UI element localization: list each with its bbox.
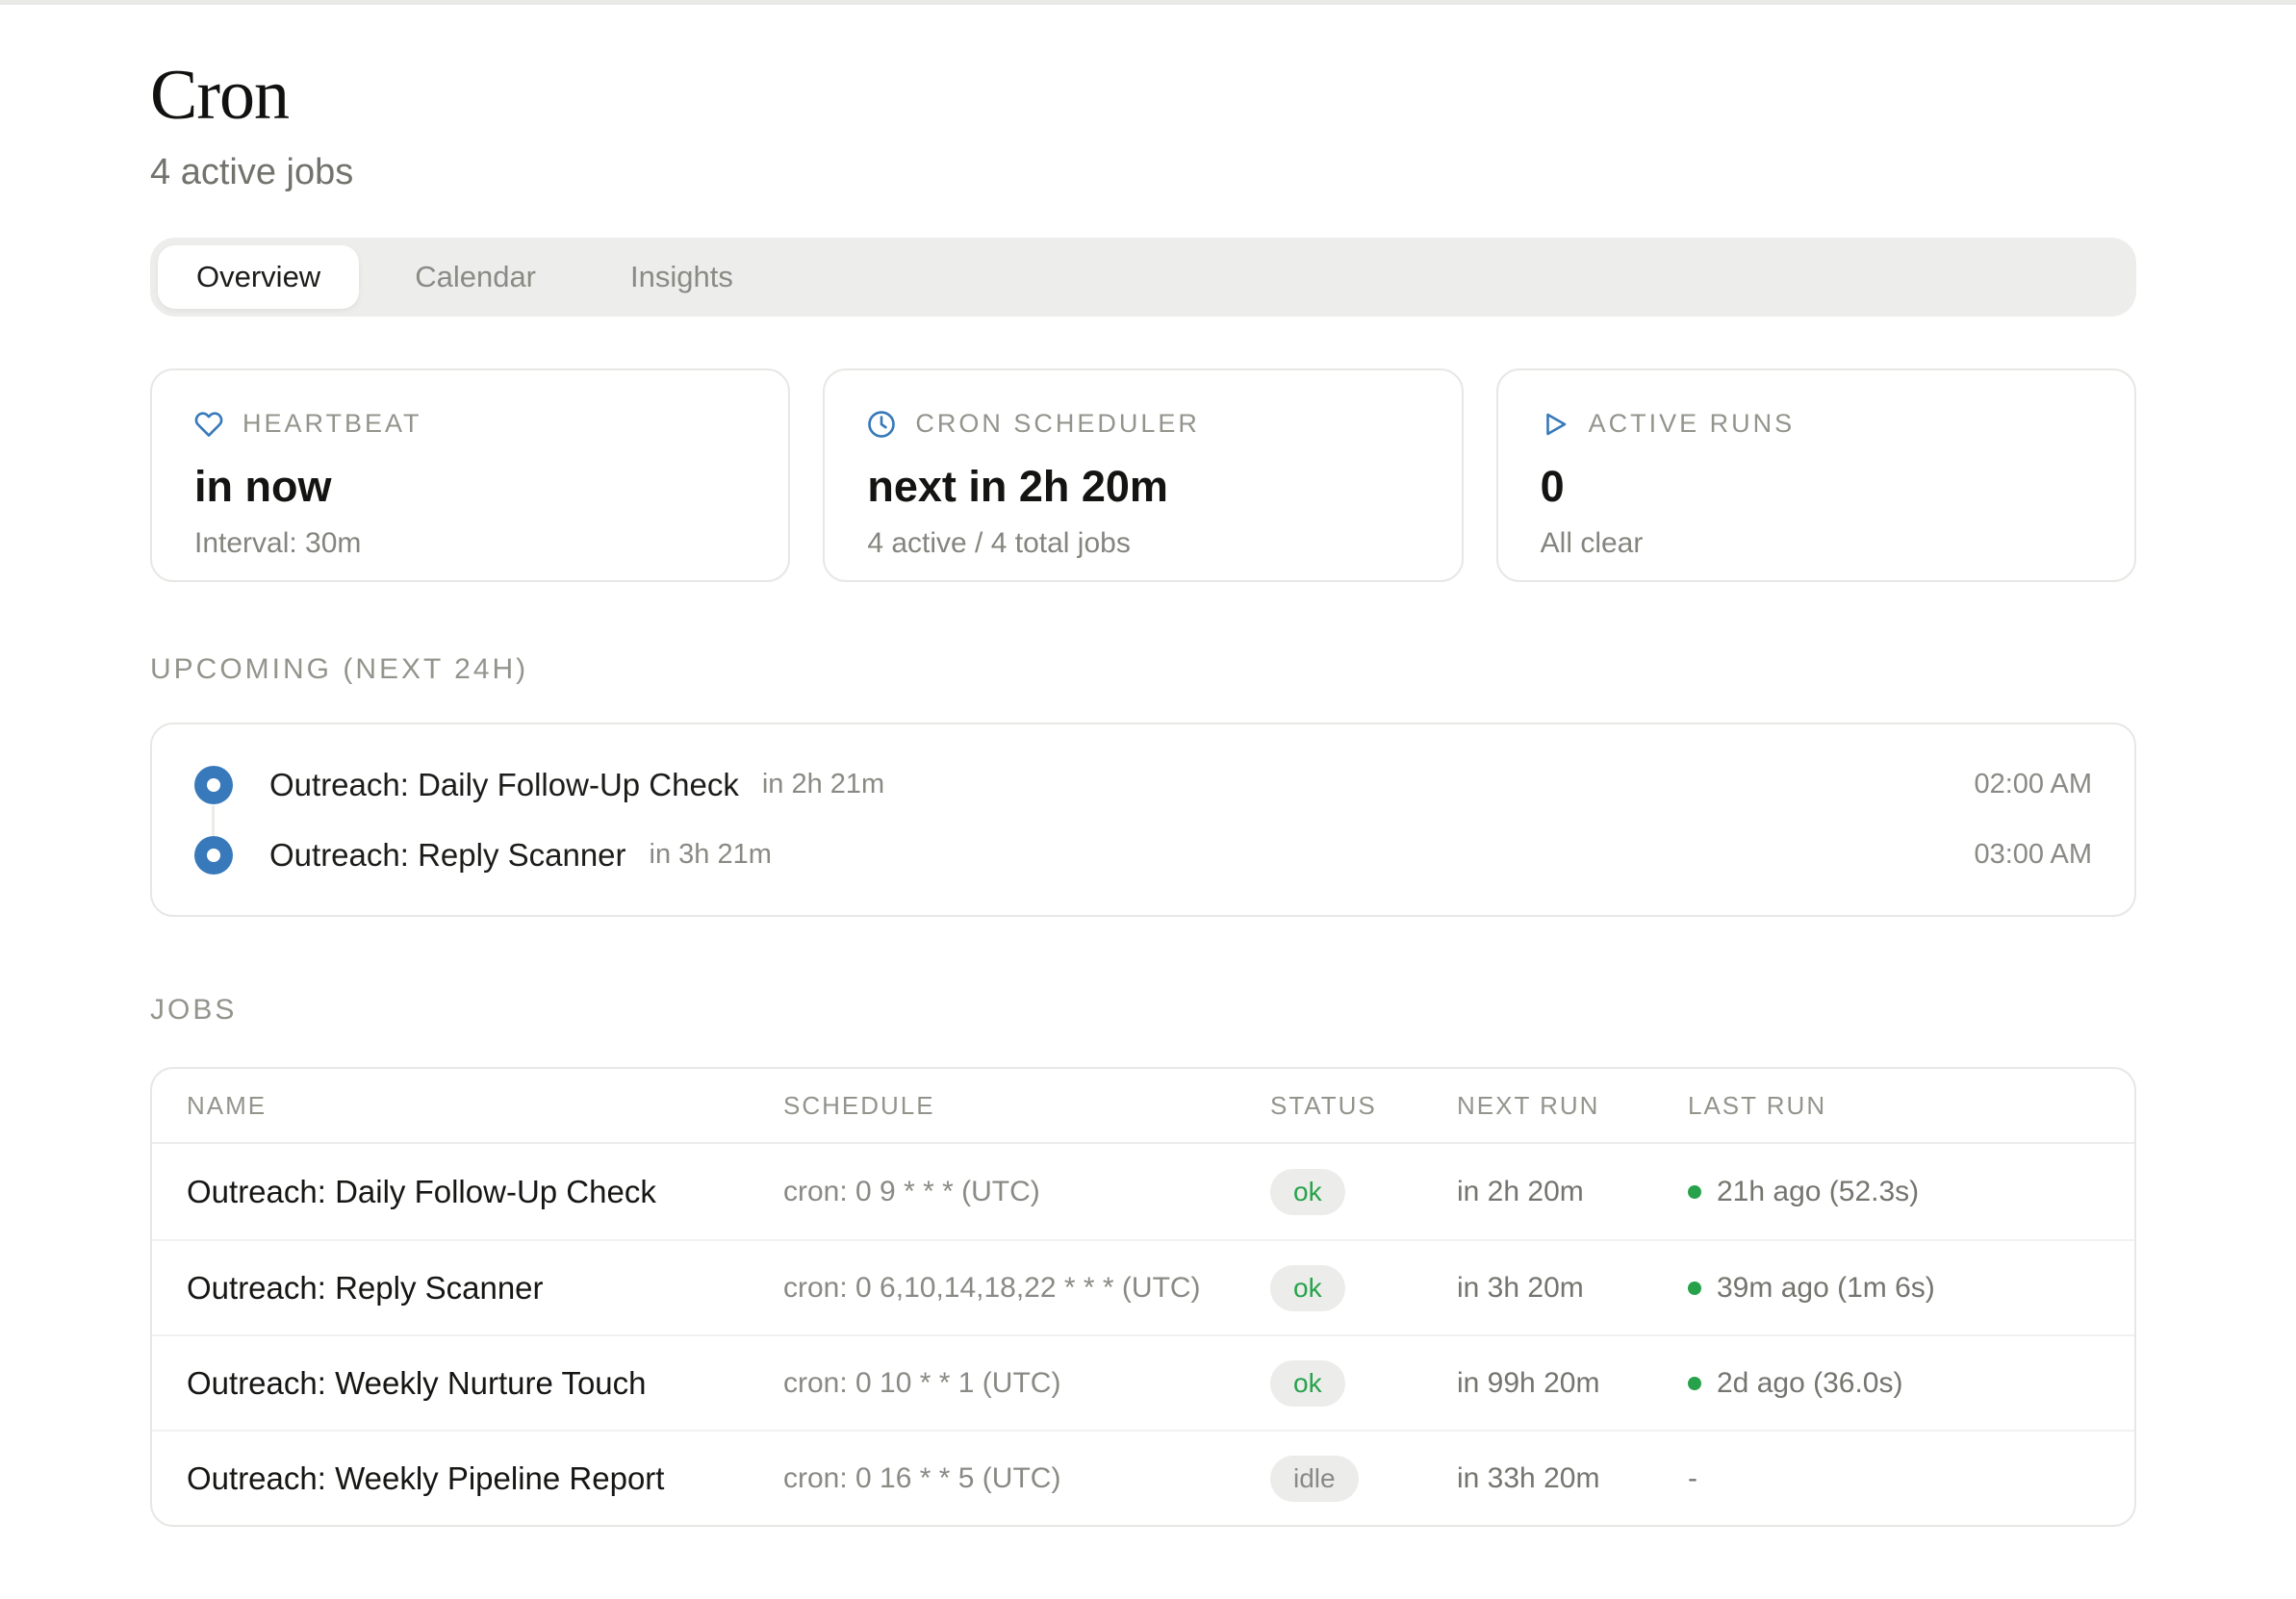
job-name: Outreach: Weekly Pipeline Report (187, 1460, 783, 1497)
success-dot-icon (1688, 1185, 1701, 1199)
clock-icon (867, 410, 896, 439)
job-last-run: 2d ago (36.0s) (1688, 1367, 2134, 1400)
job-next-run: in 3h 20m (1457, 1272, 1688, 1305)
upcoming-job-name: Outreach: Reply Scanner (269, 837, 626, 874)
heartbeat-value: in now (194, 462, 746, 512)
job-name: Outreach: Weekly Nurture Touch (187, 1365, 783, 1402)
job-last-run: 21h ago (52.3s) (1688, 1176, 2134, 1208)
heart-icon (194, 410, 223, 439)
column-header-last-run: LAST RUN (1688, 1091, 2134, 1121)
active-jobs-count: 4 active jobs (150, 152, 2136, 193)
job-last-run: - (1688, 1462, 2134, 1495)
upcoming-item[interactable]: Outreach: Daily Follow-Up Check in 2h 21… (194, 749, 2092, 820)
upcoming-list: Outreach: Daily Follow-Up Check in 2h 21… (150, 723, 2136, 917)
job-schedule: cron: 0 16 * * 5 (UTC) (783, 1462, 1270, 1495)
upcoming-clock-time: 03:00 AM (1974, 839, 2092, 871)
column-header-name: NAME (187, 1091, 783, 1121)
heartbeat-interval: Interval: 30m (194, 527, 746, 560)
upcoming-heading: UPCOMING (NEXT 24H) (150, 653, 2136, 686)
timeline-dot-icon (194, 766, 233, 804)
job-last-run-text: 21h ago (52.3s) (1717, 1176, 1919, 1208)
job-next-run: in 2h 20m (1457, 1176, 1688, 1208)
column-header-status: STATUS (1270, 1091, 1457, 1121)
job-schedule: cron: 0 9 * * * (UTC) (783, 1176, 1270, 1208)
active-runs-label: ACTIVE RUNS (1589, 409, 1796, 439)
tab-overview-label: Overview (196, 260, 320, 294)
upcoming-job-name: Outreach: Daily Follow-Up Check (269, 767, 739, 803)
status-badge: ok (1270, 1169, 1345, 1215)
active-runs-status: All clear (1541, 527, 2092, 560)
cron-dashboard: Cron 4 active jobs Overview Calendar Ins… (150, 55, 2136, 1527)
job-next-run: in 33h 20m (1457, 1462, 1688, 1495)
job-last-run: 39m ago (1m 6s) (1688, 1272, 2134, 1305)
heartbeat-label: HEARTBEAT (242, 409, 422, 439)
success-dot-icon (1688, 1377, 1701, 1390)
job-last-run-text: - (1688, 1462, 1697, 1495)
active-runs-count: 0 (1541, 462, 2092, 512)
job-schedule: cron: 0 10 * * 1 (UTC) (783, 1367, 1270, 1400)
job-name: Outreach: Reply Scanner (187, 1270, 783, 1307)
jobs-table-header: NAME SCHEDULE STATUS NEXT RUN LAST RUN (152, 1069, 2134, 1144)
jobs-table: NAME SCHEDULE STATUS NEXT RUN LAST RUN O… (150, 1067, 2136, 1527)
job-last-run-text: 2d ago (36.0s) (1717, 1367, 1902, 1400)
tab-insights[interactable]: Insights (592, 245, 772, 309)
status-badge: ok (1270, 1360, 1345, 1407)
jobs-summary: 4 active / 4 total jobs (867, 527, 1418, 560)
upcoming-item[interactable]: Outreach: Reply Scanner in 3h 21m 03:00 … (194, 820, 2092, 890)
status-badge: ok (1270, 1265, 1345, 1311)
next-run-countdown: next in 2h 20m (867, 462, 1418, 512)
column-header-schedule: SCHEDULE (783, 1091, 1270, 1121)
job-next-run: in 99h 20m (1457, 1367, 1688, 1400)
cron-scheduler-label: CRON SCHEDULER (915, 409, 1200, 439)
column-header-next-run: NEXT RUN (1457, 1091, 1688, 1121)
tab-overview[interactable]: Overview (158, 245, 359, 309)
tab-insights-label: Insights (630, 260, 733, 294)
table-row[interactable]: Outreach: Weekly Nurture Touch cron: 0 1… (152, 1334, 2134, 1430)
upcoming-clock-time: 02:00 AM (1974, 769, 2092, 800)
tab-calendar[interactable]: Calendar (376, 245, 574, 309)
table-row[interactable]: Outreach: Daily Follow-Up Check cron: 0 … (152, 1144, 2134, 1239)
job-name: Outreach: Daily Follow-Up Check (187, 1174, 783, 1210)
upcoming-relative-time: in 2h 21m (762, 769, 884, 800)
cron-scheduler-card: CRON SCHEDULER next in 2h 20m 4 active /… (823, 368, 1463, 582)
timeline-dot-icon (194, 836, 233, 875)
table-row[interactable]: Outreach: Reply Scanner cron: 0 6,10,14,… (152, 1239, 2134, 1334)
job-schedule: cron: 0 6,10,14,18,22 * * * (UTC) (783, 1272, 1270, 1305)
table-row[interactable]: Outreach: Weekly Pipeline Report cron: 0… (152, 1430, 2134, 1525)
success-dot-icon (1688, 1282, 1701, 1295)
status-badge: idle (1270, 1456, 1359, 1502)
play-icon (1541, 410, 1569, 439)
tab-bar: Overview Calendar Insights (150, 238, 2136, 317)
upcoming-relative-time: in 3h 21m (650, 839, 772, 871)
window-top-edge (0, 0, 2296, 5)
active-runs-card: ACTIVE RUNS 0 All clear (1496, 368, 2136, 582)
page-title: Cron (150, 55, 2136, 137)
job-last-run-text: 39m ago (1m 6s) (1717, 1272, 1935, 1305)
jobs-heading: JOBS (150, 994, 2136, 1027)
tab-calendar-label: Calendar (415, 260, 536, 294)
heartbeat-card: HEARTBEAT in now Interval: 30m (150, 368, 790, 582)
stat-cards: HEARTBEAT in now Interval: 30m CRON SCHE… (150, 368, 2136, 582)
